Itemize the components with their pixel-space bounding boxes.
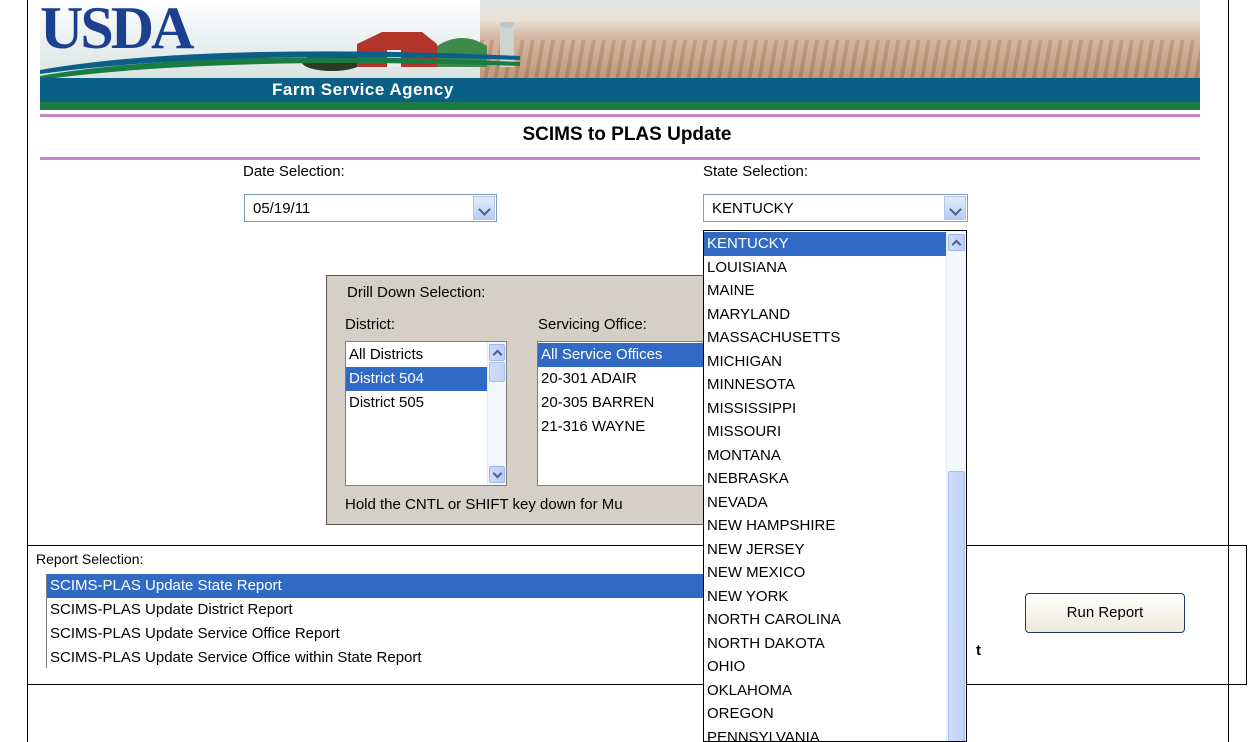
state-option[interactable]: MAINE (704, 279, 949, 303)
state-option[interactable]: NEBRASKA (704, 467, 949, 491)
office-option[interactable]: 20-305 BARREN (538, 391, 726, 415)
office-option[interactable]: 20-301 ADAIR (538, 367, 726, 391)
state-option[interactable]: MISSOURI (704, 420, 949, 444)
chevron-down-icon[interactable] (944, 196, 966, 220)
state-option[interactable]: MASSACHUSETTS (704, 326, 949, 350)
multi-select-hint: Hold the CNTL or SHIFT key down for Mu (345, 496, 623, 513)
report-option[interactable]: SCIMS-PLAS Update Service Office within … (47, 646, 706, 668)
top-divider (40, 114, 1200, 117)
district-label: District: (345, 316, 395, 333)
page-title: SCIMS to PLAS Update (522, 124, 732, 145)
state-option[interactable]: NEW YORK (704, 585, 949, 609)
report-option[interactable]: SCIMS-PLAS Update District Report (47, 598, 706, 622)
report-option[interactable]: SCIMS-PLAS Update Service Office Report (47, 622, 706, 646)
office-listbox[interactable]: All Service Offices 20-301 ADAIR 20-305 BA… (537, 341, 727, 486)
state-select-value: KENTUCKY (712, 200, 794, 217)
state-option[interactable]: MARYLAND (704, 303, 949, 327)
state-option[interactable]: NEW HAMPSHIRE (704, 514, 949, 538)
drill-down-panel: Drill Down Selection: District: Servicin… (326, 275, 727, 525)
fsa-banner: USDA Farm Service Agency (40, 0, 1200, 112)
district-option[interactable]: District 505 (346, 391, 506, 415)
state-option[interactable]: OKLAHOMA (704, 679, 949, 703)
state-list-scrollbar[interactable] (946, 231, 966, 741)
office-option[interactable]: 21-316 WAYNE (538, 415, 726, 439)
scroll-up-icon[interactable] (948, 234, 965, 251)
report-selection-label: Report Selection: (36, 551, 144, 567)
date-select[interactable]: 05/19/11 (244, 194, 497, 222)
drill-down-title: Drill Down Selection: (347, 284, 486, 301)
state-option[interactable]: OREGON (704, 702, 949, 726)
state-option[interactable]: PENNSYLVANIA (704, 726, 949, 742)
agency-bar-accent (40, 102, 1200, 110)
district-option[interactable]: District 504 (346, 367, 506, 391)
state-option[interactable]: MICHIGAN (704, 350, 949, 374)
report-listbox[interactable]: SCIMS-PLAS Update State Report SCIMS-PLAS… (46, 574, 706, 668)
state-option[interactable]: OHIO (704, 655, 949, 679)
state-option[interactable]: MONTANA (704, 444, 949, 468)
office-option[interactable]: All Service Offices (538, 343, 726, 367)
scroll-thumb[interactable] (489, 362, 505, 382)
state-option[interactable]: NEW JERSEY (704, 538, 949, 562)
title-divider (40, 157, 1200, 160)
state-dropdown-list[interactable]: KENTUCKY LOUISIANA MAINE MARYLAND MASSACHUSE… (703, 230, 967, 742)
date-selection-label: Date Selection: (243, 163, 345, 180)
state-option[interactable]: NEW MEXICO (704, 561, 949, 585)
state-selection-label: State Selection: (703, 163, 809, 180)
state-select[interactable]: KENTUCKY (703, 194, 968, 222)
agency-bar (40, 78, 1200, 102)
chevron-down-icon[interactable] (473, 196, 495, 220)
district-scrollbar[interactable] (487, 342, 506, 485)
scroll-thumb[interactable] (948, 471, 965, 741)
state-option[interactable]: NORTH CAROLINA (704, 608, 949, 632)
date-select-value: 05/19/11 (253, 200, 311, 217)
state-option[interactable]: NEVADA (704, 491, 949, 515)
agency-name: Farm Service Agency (272, 80, 454, 99)
state-option[interactable]: LOUISIANA (704, 256, 949, 280)
run-report-button[interactable]: Run Report (1025, 593, 1185, 633)
district-listbox[interactable]: All Districts District 504 District 505 (345, 341, 507, 486)
state-option[interactable]: MINNESOTA (704, 373, 949, 397)
scroll-down-icon[interactable] (489, 466, 505, 483)
district-option[interactable]: All Districts (346, 343, 506, 367)
scroll-up-icon[interactable] (489, 344, 505, 361)
usda-swoosh (40, 51, 520, 80)
report-option[interactable]: SCIMS-PLAS Update State Report (47, 574, 706, 598)
servicing-office-label: Servicing Office: (538, 316, 647, 333)
report-overflow-text: t (976, 642, 981, 659)
state-option[interactable]: MISSISSIPPI (704, 397, 949, 421)
state-option[interactable]: NORTH DAKOTA (704, 632, 949, 656)
state-option[interactable]: KENTUCKY (704, 232, 949, 256)
banner-field-texture (480, 40, 1200, 80)
